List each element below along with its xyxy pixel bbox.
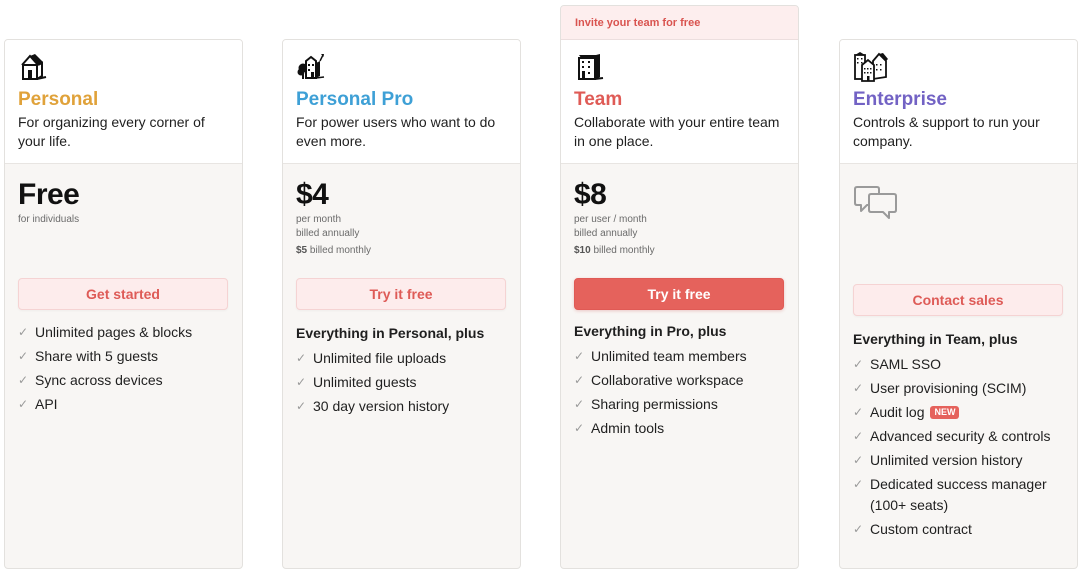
- features-heading: Everything in Pro, plus: [574, 323, 727, 339]
- feature-item: ✓ Share with 5 guests: [18, 346, 229, 367]
- price-period: per user / month: [574, 214, 647, 225]
- check-icon: ✓: [18, 325, 29, 339]
- check-icon: ✓: [18, 349, 29, 363]
- feature-item: ✓ Custom contract: [853, 519, 1064, 540]
- feature-list: ✓ SAML SSO ✓ User provisioning (SCIM) ✓ Aud…: [853, 354, 1064, 540]
- check-icon: ✓: [853, 453, 864, 467]
- feature-item: ✓ Collaborative workspace: [574, 370, 785, 391]
- feature-item: ✓ 30 day version history: [296, 396, 507, 417]
- feature-item: ✓ Audit log NEW: [853, 402, 1064, 423]
- plan-card-team: Invite your team for free Team Collabora…: [560, 5, 799, 569]
- check-icon: ✓: [296, 375, 307, 389]
- house-icon: [21, 54, 47, 80]
- feature-item: ✓ Dedicated success manager (100+ seats): [853, 474, 1064, 516]
- plan-name: Personal: [18, 89, 99, 110]
- price: $8: [574, 178, 607, 211]
- plan-card-enterprise: Enterprise Controls & support to run you…: [839, 39, 1078, 569]
- plan-description: Collaborate with your entire team in one…: [574, 114, 780, 149]
- check-icon: ✓: [853, 477, 864, 491]
- new-badge: NEW: [930, 406, 960, 419]
- feature-item: ✓ API: [18, 394, 229, 415]
- price: Free: [18, 178, 80, 211]
- check-icon: ✓: [574, 373, 585, 387]
- feature-item: ✓ Admin tools: [574, 418, 785, 439]
- plan-header: Enterprise Controls & support to run you…: [840, 40, 1077, 164]
- monthly-price: $10 billed monthly: [574, 245, 655, 256]
- feature-item: ✓ Advanced security & controls: [853, 426, 1064, 447]
- monthly-price: $5 billed monthly: [296, 245, 372, 256]
- plan-card-personal: Personal For organizing every corner of …: [4, 39, 243, 569]
- plan-description: Controls & support to run your company.: [853, 114, 1040, 149]
- feature-list: ✓ Unlimited file uploads ✓ Unlimited guest…: [296, 348, 507, 417]
- plan-description: For organizing every corner of your life…: [18, 114, 205, 149]
- chat-bubbles-icon: [854, 186, 897, 219]
- feature-item: ✓ Unlimited file uploads: [296, 348, 507, 369]
- check-icon: ✓: [853, 357, 864, 371]
- plan-card-personal-pro: Personal Pro For power users who want to…: [282, 39, 521, 569]
- features-heading: Everything in Personal, plus: [296, 325, 485, 341]
- feature-item: ✓ Sync across devices: [18, 370, 229, 391]
- plan-name: Team: [574, 89, 623, 110]
- plan-header: Team Collaborate with your entire team i…: [561, 40, 798, 164]
- price-block: $8 per user / month billed annually $10 …: [574, 177, 785, 278]
- price-subtext: for individuals: [18, 214, 80, 225]
- office-building-icon: [578, 54, 604, 80]
- plan-description: For power users who want to do even more…: [296, 114, 496, 149]
- contact-sales-button[interactable]: Contact sales: [853, 284, 1063, 316]
- plan-header: Personal For organizing every corner of …: [5, 40, 242, 164]
- price-block: $4 per month billed annually $5 billed m…: [296, 177, 507, 278]
- feature-item: ✓ Sharing permissions: [574, 394, 785, 415]
- check-icon: ✓: [853, 405, 864, 419]
- price-block: [853, 183, 1064, 284]
- try-it-free-button[interactable]: Try it free: [296, 278, 506, 310]
- feature-item: ✓ Unlimited pages & blocks: [18, 322, 229, 343]
- house-with-tree-icon: [297, 54, 325, 79]
- price-period: per month: [296, 214, 342, 225]
- check-icon: ✓: [18, 397, 29, 411]
- feature-item: ✓ Unlimited guests: [296, 372, 507, 393]
- price-block: Free for individuals: [18, 177, 229, 278]
- check-icon: ✓: [574, 397, 585, 411]
- try-it-free-button[interactable]: Try it free: [574, 278, 784, 310]
- feature-item: ✓ SAML SSO: [853, 354, 1064, 375]
- feature-list: ✓ Unlimited pages & blocks ✓ Share with 5 …: [18, 322, 229, 415]
- billing-note: billed annually: [574, 228, 638, 239]
- feature-item: ✓ Unlimited team members: [574, 346, 785, 367]
- city-buildings-icon: [854, 52, 888, 82]
- check-icon: ✓: [853, 429, 864, 443]
- feature-list: ✓ Unlimited team members ✓ Collaborative w…: [574, 346, 785, 439]
- check-icon: ✓: [18, 373, 29, 387]
- plan-name: Enterprise: [853, 89, 947, 110]
- features-heading: Everything in Team, plus: [853, 331, 1018, 347]
- billing-note: billed annually: [296, 228, 360, 239]
- check-icon: ✓: [853, 522, 864, 536]
- feature-item: ✓ User provisioning (SCIM): [853, 378, 1064, 399]
- invite-banner[interactable]: Invite your team for free: [561, 6, 798, 40]
- check-icon: ✓: [853, 381, 864, 395]
- check-icon: ✓: [574, 421, 585, 435]
- feature-item: ✓ Unlimited version history: [853, 450, 1064, 471]
- plan-header: Personal Pro For power users who want to…: [283, 40, 520, 164]
- check-icon: ✓: [574, 349, 585, 363]
- price: $4: [296, 178, 329, 211]
- get-started-button[interactable]: Get started: [18, 278, 228, 310]
- check-icon: ✓: [296, 351, 307, 365]
- plan-name: Personal Pro: [296, 89, 414, 110]
- check-icon: ✓: [296, 399, 307, 413]
